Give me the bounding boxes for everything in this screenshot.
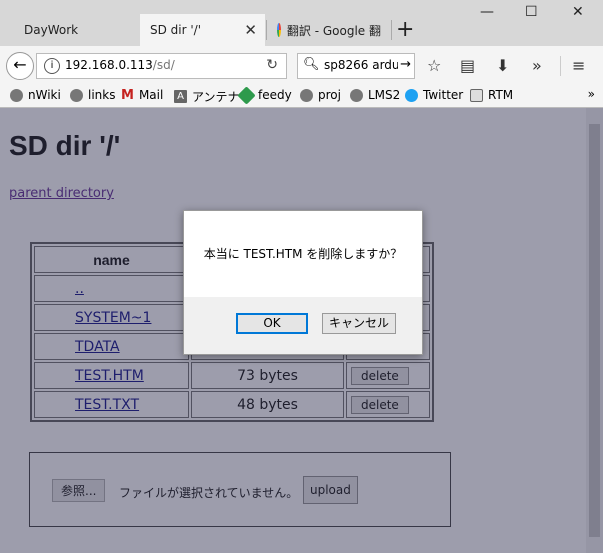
dialog-message: 本当に TEST.HTM を削除しますか？ bbox=[203, 247, 403, 261]
bookmark-label: proj bbox=[318, 88, 341, 102]
feedy-icon bbox=[237, 85, 256, 105]
new-tab-button[interactable]: + bbox=[396, 18, 414, 42]
overflow-chevron-icon[interactable]: » bbox=[532, 56, 542, 75]
tab-label: DayWork bbox=[24, 23, 79, 37]
google-icon bbox=[277, 23, 287, 37]
toolbar-divider bbox=[560, 56, 561, 76]
antenna-icon: A bbox=[174, 90, 187, 103]
close-window-icon[interactable]: ✕ bbox=[572, 4, 584, 20]
bookmark-label: アンテナ bbox=[192, 90, 240, 104]
address-bar[interactable]: i 192.168.0.113/sd/ ↻ bbox=[36, 53, 287, 79]
page-content: SD dir '/' parent directory name .. SYST… bbox=[0, 108, 603, 553]
globe-icon bbox=[350, 88, 363, 102]
bookmark-label: LMS2 bbox=[368, 88, 401, 102]
dialog-footer: OK キャンセル bbox=[184, 297, 422, 354]
search-input[interactable]: sp8266 ardu bbox=[324, 58, 400, 72]
globe-icon bbox=[10, 88, 23, 102]
cancel-button[interactable]: キャンセル bbox=[322, 313, 396, 334]
download-icon[interactable]: ⬇︎ bbox=[496, 56, 509, 75]
bookmark-label: feedy bbox=[258, 88, 292, 102]
tab-divider bbox=[391, 20, 392, 40]
search-bar[interactable]: 🔍︎ sp8266 ardu → bbox=[297, 53, 415, 79]
close-tab-icon[interactable]: ✕ bbox=[244, 21, 257, 39]
url-text: 192.168.0.113/sd/ bbox=[65, 58, 175, 72]
url-path: /sd/ bbox=[152, 58, 175, 72]
bookmark-label: RTM bbox=[488, 88, 514, 102]
globe-icon bbox=[300, 88, 313, 102]
search-go-icon[interactable]: → bbox=[398, 57, 411, 72]
tab-bar: DayWork SD dir '/' ✕ 翻訳 - Google 翻 + — ☐… bbox=[0, 0, 603, 46]
tab-label: 翻訳 - Google 翻 bbox=[286, 23, 381, 38]
ok-button[interactable]: OK bbox=[236, 313, 308, 334]
bookmark-proj[interactable]: proj bbox=[300, 88, 341, 102]
bookmark-mail[interactable]: M Mail bbox=[121, 88, 163, 102]
confirm-dialog: 本当に TEST.HTM を削除しますか？ OK キャンセル bbox=[183, 210, 423, 355]
bookmark-antenna[interactable]: A アンテナ bbox=[174, 88, 240, 105]
rtm-icon bbox=[470, 88, 483, 102]
twitter-icon bbox=[405, 88, 418, 102]
bookmark-twitter[interactable]: Twitter bbox=[405, 88, 463, 102]
bookmark-label: nWiki bbox=[28, 88, 61, 102]
navigation-bar: ← i 192.168.0.113/sd/ ↻ 🔍︎ sp8266 ardu →… bbox=[0, 46, 603, 84]
bookmark-label: links bbox=[88, 88, 116, 102]
bookmark-star-icon[interactable]: ☆ bbox=[427, 56, 441, 75]
globe-icon bbox=[70, 88, 83, 102]
search-icon: 🔍︎ bbox=[303, 57, 320, 72]
bookmark-label: Twitter bbox=[423, 88, 464, 102]
bookmark-links[interactable]: links bbox=[70, 88, 115, 102]
tab-google-translate[interactable]: 翻訳 - Google 翻 bbox=[267, 14, 391, 46]
bookmark-rtm[interactable]: RTM bbox=[470, 88, 513, 102]
gmail-icon: M bbox=[121, 87, 134, 103]
bookmarks-overflow-button[interactable]: » bbox=[588, 87, 595, 101]
bookmark-lms2[interactable]: LMS2 bbox=[350, 88, 400, 102]
reader-view-icon[interactable]: ▤ bbox=[460, 56, 475, 75]
tab-sd-dir[interactable]: SD dir '/' ✕ bbox=[140, 14, 265, 46]
bookmark-feedy[interactable]: feedy bbox=[237, 85, 292, 105]
tab-daywork[interactable]: DayWork bbox=[0, 14, 140, 46]
info-icon[interactable]: i bbox=[44, 58, 60, 74]
hamburger-menu-icon[interactable]: ≡ bbox=[572, 56, 585, 75]
bookmark-label: Mail bbox=[138, 88, 164, 102]
minimize-icon[interactable]: — bbox=[480, 4, 494, 20]
reload-icon[interactable]: ↻ bbox=[266, 57, 278, 73]
bookmarks-bar: nWiki links M Mail A アンテナ feedy proj LMS2 … bbox=[0, 84, 603, 108]
back-arrow-icon[interactable]: ← bbox=[6, 52, 34, 80]
tab-label: SD dir '/' bbox=[150, 23, 202, 37]
url-host: 192.168.0.113 bbox=[65, 58, 153, 72]
maximize-icon[interactable]: ☐ bbox=[525, 4, 538, 20]
bookmark-nwiki[interactable]: nWiki bbox=[10, 88, 61, 102]
